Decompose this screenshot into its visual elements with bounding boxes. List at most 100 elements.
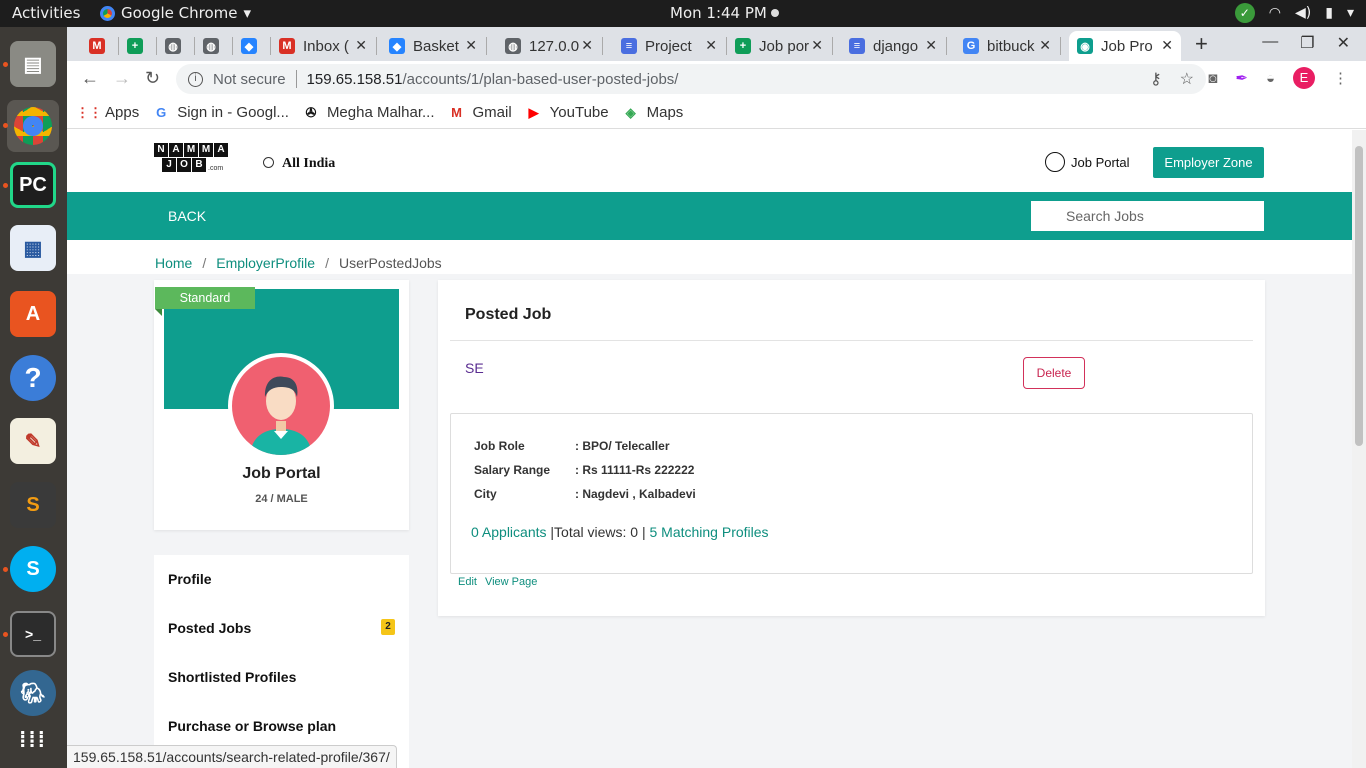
close-tab-icon[interactable]: ✕: [355, 37, 367, 54]
bookmark-star-icon[interactable]: ☆: [1180, 69, 1194, 89]
browser-tab[interactable]: Gbitbuck ✕: [955, 31, 1059, 61]
browser-tab[interactable]: ◍: [195, 31, 231, 61]
job-details-box: Job Role : BPO/ Telecaller Salary Range …: [450, 413, 1253, 574]
browser-tab[interactable]: M: [81, 31, 117, 61]
reload-icon[interactable]: ↻: [145, 68, 160, 89]
logo-letter: O: [177, 158, 191, 172]
app-menu[interactable]: Google Chrome ▾: [100, 4, 251, 22]
forward-arrow-icon[interactable]: →: [113, 68, 131, 89]
system-tray[interactable]: ✓ ◠ ◀) ▮ ▾: [1234, 3, 1354, 23]
matching-profiles-link[interactable]: 5 Matching Profiles: [649, 524, 768, 540]
search-jobs-input[interactable]: Search Jobs: [1031, 201, 1264, 231]
new-tab-button[interactable]: +: [1195, 31, 1208, 57]
close-icon[interactable]: ✕: [1337, 33, 1350, 53]
bookmark-label: Apps: [105, 104, 140, 121]
edit-link[interactable]: Edit: [458, 576, 477, 588]
postgres-icon[interactable]: 🐘︎: [10, 670, 56, 716]
ribbon-fold: [155, 309, 162, 316]
tab-separator: [602, 37, 603, 55]
logo-letter: A: [169, 143, 183, 157]
back-link[interactable]: BACK: [168, 208, 206, 224]
globe-icon: ◍: [203, 38, 219, 54]
terminal-icon[interactable]: >_: [10, 611, 56, 657]
pycharm-icon[interactable]: PC: [10, 162, 56, 208]
menu-item-profile[interactable]: Profile: [168, 571, 212, 587]
delete-button[interactable]: Delete: [1023, 357, 1085, 389]
profile-avatar[interactable]: E: [1293, 67, 1315, 89]
bitbucket-icon: ◆: [389, 38, 405, 54]
docs-icon: ≡: [849, 38, 865, 54]
address-bar[interactable]: i Not secure 159.65.158.51 /accounts/1/p…: [176, 64, 1206, 94]
menu-item-purchase-plan[interactable]: Purchase or Browse plan: [168, 718, 336, 734]
close-tab-icon[interactable]: ✕: [705, 37, 717, 54]
namma-job-logo[interactable]: N A M M A J O B .com: [154, 143, 230, 175]
text-editor-icon[interactable]: ✎: [10, 418, 56, 464]
page-scrollbar[interactable]: [1352, 130, 1366, 768]
profile-name: Job Portal: [242, 465, 321, 482]
browser-tab[interactable]: ◍ 127.0.0 ✕: [497, 31, 601, 61]
browser-tab[interactable]: ◆: [233, 31, 269, 61]
profile-card: Standard Job Portal 24 / MALE: [154, 280, 409, 530]
maximize-icon[interactable]: ❐: [1300, 33, 1314, 53]
breadcrumb-employer-profile[interactable]: EmployerProfile: [216, 255, 315, 271]
tab-separator: [486, 37, 487, 55]
minimize-icon[interactable]: —: [1262, 33, 1278, 53]
browser-tab[interactable]: ◆ Basket ✕: [381, 31, 485, 61]
bookmark-item[interactable]: M Gmail: [449, 104, 512, 121]
recording-dot-icon: [770, 9, 779, 17]
close-tab-icon[interactable]: ✕: [1161, 37, 1173, 54]
applicants-link[interactable]: 0 Applicants: [471, 524, 547, 540]
files-icon[interactable]: ▤: [10, 41, 56, 87]
browser-tab[interactable]: +: [119, 31, 155, 61]
bookmark-item[interactable]: ⋮⋮ Apps: [76, 104, 140, 121]
browser-tab[interactable]: ≡ Project ✕: [613, 31, 725, 61]
info-icon[interactable]: i: [188, 71, 203, 87]
bookmark-item[interactable]: ◈ Maps: [623, 104, 684, 121]
document-viewer-icon[interactable]: ▦: [10, 225, 56, 271]
key-icon[interactable]: ⚷: [1150, 69, 1162, 89]
bookmark-item[interactable]: G Sign in - Googl...: [153, 104, 289, 121]
menu-item-posted-jobs[interactable]: Posted Jobs: [168, 620, 251, 636]
globe-icon: ◍: [505, 38, 521, 54]
software-center-icon[interactable]: A: [10, 291, 56, 337]
job-portal-link[interactable]: Job Portal: [1045, 152, 1130, 172]
close-tab-icon[interactable]: ✕: [925, 37, 937, 54]
scrollbar-thumb[interactable]: [1355, 146, 1363, 446]
posted-job-card: Posted Job SE Delete Job Role : BPO/ Tel…: [438, 280, 1265, 616]
close-tab-icon[interactable]: ✕: [811, 37, 823, 54]
close-tab-icon[interactable]: ✕: [1039, 37, 1051, 54]
avatar: [228, 353, 334, 459]
activities-button[interactable]: Activities: [12, 4, 80, 22]
bookmark-item[interactable]: ▶ YouTube: [526, 104, 609, 121]
location-selector[interactable]: All India: [263, 156, 335, 172]
browser-tab[interactable]: ◍: [157, 31, 193, 61]
view-page-link[interactable]: View Page: [485, 576, 537, 588]
close-tab-icon[interactable]: ✕: [465, 37, 477, 54]
update-check-icon[interactable]: ✓: [1234, 3, 1255, 23]
show-applications-icon[interactable]: ⁞⁞⁞: [10, 717, 56, 763]
tab-label: Project: [645, 37, 692, 55]
back-arrow-icon[interactable]: ←: [81, 68, 99, 89]
skype-icon[interactable]: S: [10, 546, 56, 592]
browser-tab[interactable]: + Job por ✕: [727, 31, 831, 61]
bookmark-label: Gmail: [472, 104, 512, 121]
chevron-down-icon: ▾: [1346, 5, 1354, 21]
url-path: /accounts/1/plan-based-user-posted-jobs/: [402, 70, 679, 88]
browser-tab[interactable]: M Inbox (✕: [271, 31, 375, 61]
menu-item-shortlisted-profiles[interactable]: Shortlisted Profiles: [168, 669, 296, 685]
kebab-menu-icon[interactable]: ⋮: [1333, 69, 1348, 87]
sublime-text-icon[interactable]: S: [10, 482, 56, 528]
feather-extension-icon[interactable]: ✒: [1235, 69, 1248, 87]
close-tab-icon[interactable]: ✕: [581, 37, 593, 54]
bookmark-item[interactable]: ✇ Megha Malhar...: [303, 104, 434, 121]
help-icon[interactable]: ?: [10, 355, 56, 401]
breadcrumb-home[interactable]: Home: [155, 255, 192, 271]
employer-zone-button[interactable]: Employer Zone: [1153, 147, 1264, 178]
clock[interactable]: Mon 1:44 PM: [670, 4, 779, 22]
browser-tab[interactable]: ◉ Job Pro ✕: [1069, 31, 1181, 61]
chrome-icon[interactable]: [7, 100, 59, 152]
camera-icon[interactable]: ◙: [1208, 70, 1217, 87]
spy-extension-icon[interactable]: ◒: [1266, 70, 1275, 87]
browser-tab[interactable]: ≡ django ✕: [841, 31, 945, 61]
job-title-link[interactable]: SE: [465, 360, 484, 376]
